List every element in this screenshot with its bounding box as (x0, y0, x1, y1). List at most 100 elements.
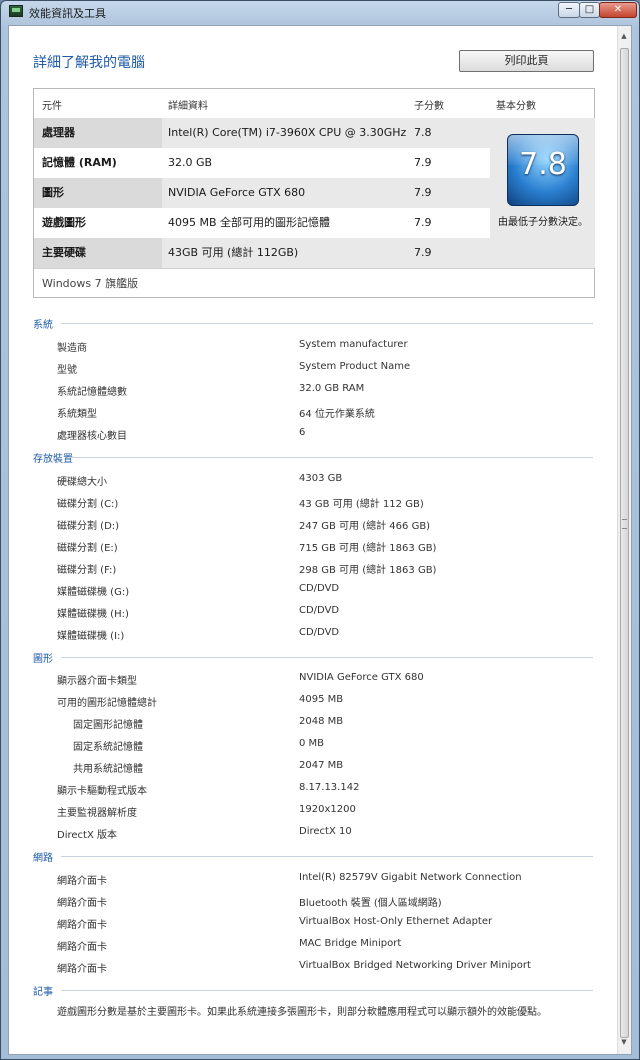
info-value: CD/DVD (299, 583, 340, 594)
info-label: 網路介面卡 (57, 942, 107, 953)
info-label: 固定系統記憶體 (73, 742, 143, 753)
scroll-down-arrow-icon[interactable]: ▼ (620, 1038, 628, 1048)
info-value: 6 (299, 427, 306, 438)
maximize-button[interactable]: □ (579, 2, 600, 18)
info-value: Bluetooth 裝置 (個人區域網路) (299, 898, 442, 909)
base-score-badge: 7.8 (507, 134, 579, 206)
info-label: 共用系統記憶體 (73, 764, 143, 775)
info-label: 磁碟分割 (C:) (57, 499, 119, 510)
info-label: 主要監視器解析度 (57, 808, 137, 819)
component-label: 圖形 (34, 178, 162, 208)
scroll-up-arrow-icon[interactable]: ▲ (620, 32, 628, 42)
column-header-subscore: 子分數 (414, 101, 444, 112)
info-value: System manufacturer (299, 339, 408, 350)
score-table: 元件 詳細資料 子分數 基本分數 處理器 Intel(R) Core(TM) i… (33, 88, 595, 298)
info-value: CD/DVD (299, 605, 340, 616)
vertical-scrollbar[interactable]: ▲ ▼ (617, 26, 631, 1054)
section-title-network: 網路 (33, 853, 53, 864)
info-label: 系統記憶體總數 (57, 387, 127, 398)
window-title: 效能資訊及工具 (29, 7, 106, 20)
info-value: DirectX 10 (299, 826, 352, 837)
info-label: 網路介面卡 (57, 898, 107, 909)
info-value: 2047 MB (299, 760, 344, 771)
section-divider (61, 657, 593, 658)
component-detail: 32.0 GB (168, 156, 213, 169)
info-label: 固定圖形記憶體 (73, 720, 143, 731)
info-value: 247 GB 可用 (總計 466 GB) (299, 521, 431, 532)
info-label: 媒體磁碟機 (G:) (57, 587, 130, 598)
section-divider (61, 990, 593, 991)
info-label: 製造商 (57, 343, 87, 354)
component-label: 記憶體 (RAM) (42, 156, 117, 169)
component-subscore: 7.9 (414, 186, 432, 199)
info-label: 網路介面卡 (57, 964, 107, 975)
info-label: 媒體磁碟機 (H:) (57, 609, 129, 620)
close-button[interactable]: ✕ (599, 2, 637, 18)
info-value: System Product Name (299, 361, 411, 372)
component-subscore: 7.9 (414, 156, 432, 169)
base-score-panel: 7.8 由最低子分數決定。 (490, 118, 595, 268)
info-label: 網路介面卡 (57, 920, 107, 931)
info-value: 1920x1200 (299, 804, 356, 815)
info-value: CD/DVD (299, 627, 340, 638)
scrollbar-thumb[interactable] (620, 48, 629, 1038)
info-value: 64 位元作業系統 (299, 409, 375, 420)
base-score-caption: 由最低子分數決定。 (498, 217, 588, 228)
component-subscore: 7.8 (414, 126, 432, 139)
info-value: 43 GB 可用 (總計 112 GB) (299, 499, 424, 510)
component-subscore: 7.9 (414, 246, 432, 259)
section-divider (67, 457, 593, 458)
component-detail: 4095 MB 全部可用的圖形記憶體 (168, 216, 331, 229)
info-value: 0 MB (299, 738, 325, 749)
component-subscore: 7.9 (414, 216, 432, 229)
section-title-graphics: 圖形 (33, 654, 53, 665)
component-detail: 43GB 可用 (總計 112GB) (168, 246, 299, 259)
divider (34, 268, 594, 269)
maximize-icon: □ (584, 4, 595, 15)
minimize-icon: ─ (565, 4, 573, 15)
info-value: 8.17.13.142 (299, 782, 360, 793)
minimize-button[interactable]: ─ (558, 2, 580, 18)
page-title: 詳細了解我的電腦 (33, 55, 145, 71)
info-label: 顯示卡驅動程式版本 (57, 786, 147, 797)
column-header-base-score: 基本分數 (496, 101, 536, 112)
app-window: 效能資訊及工具 ─ □ ✕ 詳細了解我的電腦 列印此頁 元件 詳細資料 子分數 … (0, 0, 640, 1060)
info-label: 媒體磁碟機 (I:) (57, 631, 125, 642)
component-label: 遊戲圖形 (42, 216, 86, 229)
component-label: 主要硬碟 (34, 238, 162, 268)
info-value: 32.0 GB RAM (299, 383, 365, 394)
info-label: 顯示器介面卡類型 (57, 676, 137, 687)
info-label: 系統類型 (57, 409, 97, 420)
score-row-gaming-graphics: 遊戲圖形 4095 MB 全部可用的圖形記憶體 7.9 (34, 208, 514, 238)
info-value: 715 GB 可用 (總計 1863 GB) (299, 543, 437, 554)
score-row-graphics: 圖形 NVIDIA GeForce GTX 680 7.9 (34, 178, 514, 208)
column-header-component: 元件 (42, 101, 62, 112)
info-label: 硬碟總大小 (57, 477, 107, 488)
info-value: 298 GB 可用 (總計 1863 GB) (299, 565, 437, 576)
info-label: 磁碟分割 (E:) (57, 543, 118, 554)
content-area: 詳細了解我的電腦 列印此頁 元件 詳細資料 子分數 基本分數 處理器 Intel… (8, 25, 632, 1055)
info-value: NVIDIA GeForce GTX 680 (299, 672, 424, 683)
score-row-primary-disk: 主要硬碟 43GB 可用 (總計 112GB) 7.9 (34, 238, 514, 268)
info-label: 網路介面卡 (57, 876, 107, 887)
base-score-value: 7.8 (519, 147, 567, 182)
windows-edition: Windows 7 旗艦版 (42, 277, 139, 290)
component-detail: NVIDIA GeForce GTX 680 (168, 186, 306, 199)
info-value: Intel(R) 82579V Gigabit Network Connecti… (299, 872, 522, 883)
column-header-detail: 詳細資料 (168, 101, 208, 112)
info-label: 處理器核心數目 (57, 431, 127, 442)
section-divider (61, 856, 593, 857)
info-value: MAC Bridge Miniport (299, 938, 402, 949)
title-bar[interactable]: 效能資訊及工具 ─ □ ✕ (1, 1, 639, 23)
section-divider (61, 323, 593, 324)
info-value: VirtualBox Host-Only Ethernet Adapter (299, 916, 493, 927)
print-button[interactable]: 列印此頁 (459, 50, 594, 72)
notes-text: 遊戲圖形分數是基於主要圖形卡。如果此系統連接多張圖形卡，則部分軟體應用程式可以顯… (57, 1007, 547, 1018)
info-label: DirectX 版本 (57, 830, 117, 841)
info-label: 磁碟分割 (D:) (57, 521, 120, 532)
section-title-system: 系統 (33, 320, 53, 331)
info-value: VirtualBox Bridged Networking Driver Min… (299, 960, 531, 971)
info-label: 磁碟分割 (F:) (57, 565, 117, 576)
info-value: 2048 MB (299, 716, 344, 727)
component-label: 處理器 (34, 118, 162, 148)
